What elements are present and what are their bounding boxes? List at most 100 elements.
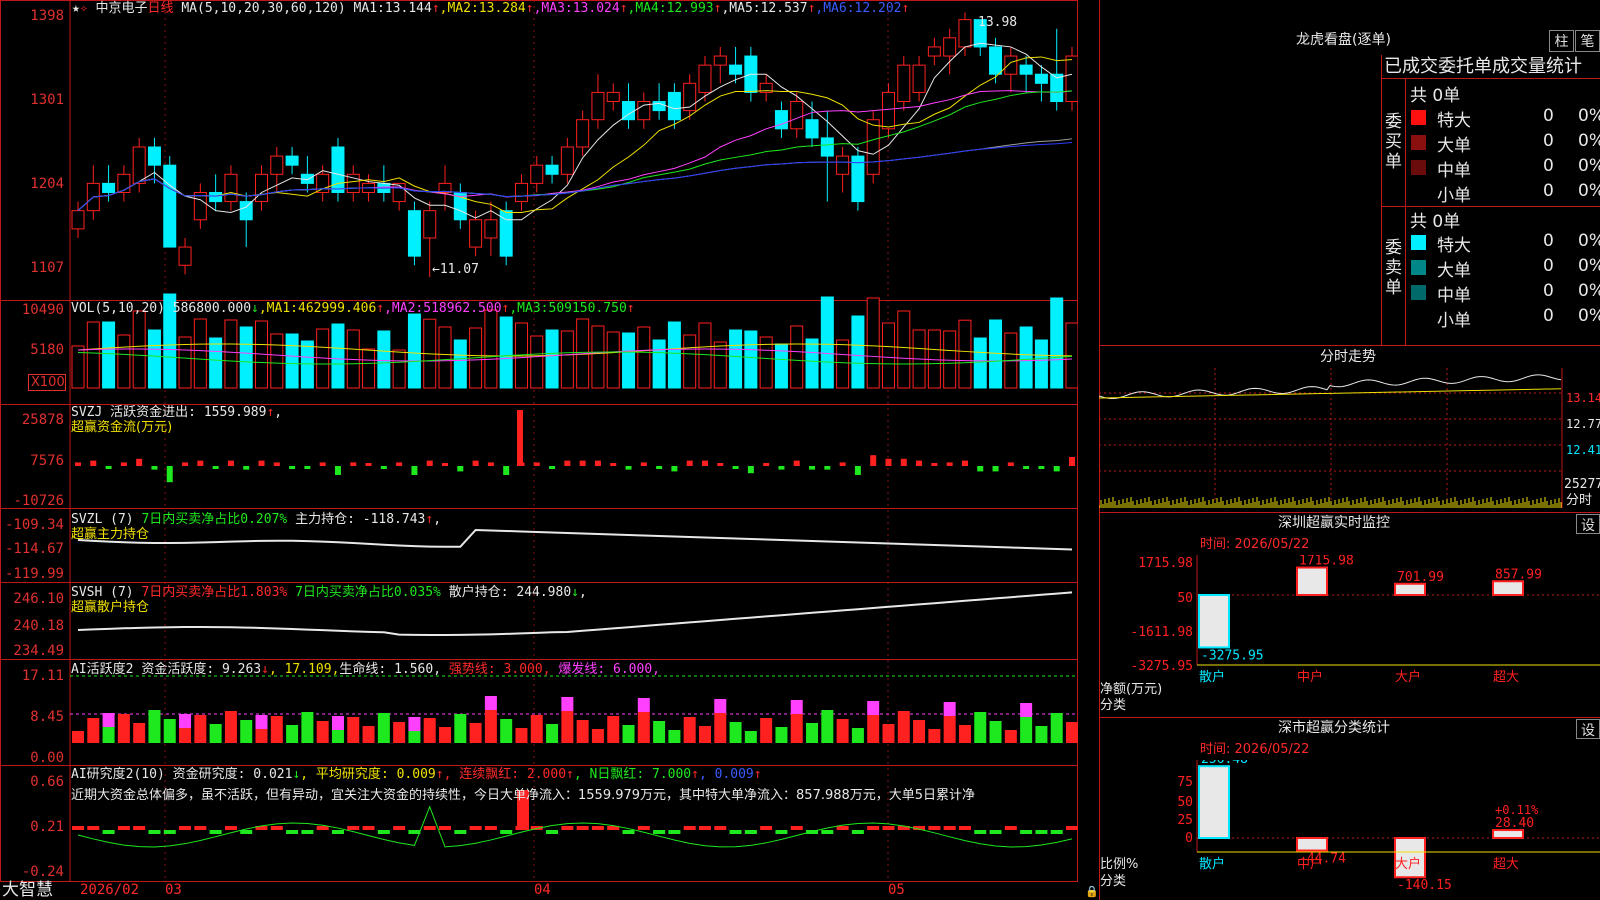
activity-bar: [637, 712, 650, 743]
candle-up: [836, 155, 850, 175]
lock-icon[interactable]: 🔒: [1085, 884, 1099, 899]
vol-header: VOL(5,10,20) 586800.000↓,MA1:462999.406↑…: [71, 301, 635, 316]
svzl-header: SVZL (7) 7日内买卖净占比0.207% 主力持仓: -118.743↑,: [71, 512, 442, 527]
fund-flow-bar: [579, 460, 586, 466]
fund-flow-bar: [1069, 457, 1075, 466]
app-logo[interactable]: 大智慧: [2, 881, 53, 900]
research-bar: [72, 826, 84, 830]
activity-bar: [72, 731, 84, 743]
order-count: 0: [1543, 156, 1554, 176]
kline-header: ★✧ 中京电子日线 MA(5,10,20,30,60,120) MA1:13.1…: [72, 1, 910, 16]
candle-down: [1034, 73, 1048, 84]
category-label: 中户: [1297, 669, 1323, 685]
vol-bar-up: [438, 326, 452, 389]
fund-flow-bar: [487, 462, 494, 466]
activity-bar: [668, 730, 681, 743]
fund-flow-bar: [763, 463, 770, 466]
favorite-star-icon[interactable]: ★: [72, 1, 80, 16]
vol-bar-up: [193, 318, 207, 389]
fund-flow-bar: [916, 460, 923, 466]
activity-bar: [821, 710, 834, 743]
activity-bar: [393, 722, 406, 743]
research-bar: [270, 826, 283, 830]
fund-flow-bar: [472, 460, 479, 466]
candle-up: [392, 182, 406, 203]
vol-bar-up: [897, 310, 911, 389]
category-label: 散户: [1199, 856, 1225, 872]
svsh-ytick: 240.18: [13, 618, 64, 634]
ai2-analysis-text: 近期大资金总体偏多，虽不活跃，但有异动，宜关注大资金的持续性，今日大单净流入：1…: [71, 788, 976, 803]
classify-ytick: 75: [1177, 775, 1193, 790]
activity-bar: [698, 726, 711, 743]
svzj-title: 超赢资金流(万元): [71, 420, 173, 435]
candle-down: [774, 110, 788, 130]
fund-flow-bar: [334, 466, 341, 475]
candle-down: [285, 155, 299, 166]
vol-value: 586800.000: [172, 301, 252, 316]
category-label: 大户: [1395, 856, 1421, 872]
vol-unit-box[interactable]: X100: [28, 374, 66, 391]
order-count: 0: [1543, 231, 1554, 251]
order-pct: 0%: [1578, 106, 1600, 126]
monitor-time: 时间: 2026/05/22: [1200, 537, 1310, 552]
svzj-header: SVZJ 活跃资金进出: 1559.989↑,: [71, 405, 283, 420]
order-count: 0: [1543, 106, 1554, 126]
research-bar: [836, 826, 849, 830]
vol-bar-up: [560, 330, 574, 389]
period-label[interactable]: 日线: [148, 1, 174, 16]
svzj-ytick: -10726: [13, 493, 64, 509]
research-bar: [591, 826, 604, 830]
pen-mode-button[interactable]: 笔: [1575, 30, 1600, 52]
fund-flow-bar: [289, 466, 296, 469]
activity-bar: [255, 729, 268, 743]
candle-up: [958, 19, 972, 48]
category-label: 超大: [1493, 857, 1519, 872]
activity-bar: [576, 720, 589, 743]
vol-bar-down: [377, 330, 391, 389]
svzl-ytick: -109.34: [4, 517, 64, 533]
order-stats-tabs[interactable]: 已成交委托单成交量统计: [1384, 57, 1582, 77]
research-bar: [958, 826, 971, 830]
fund-flow-bar: [1038, 466, 1045, 469]
research-bar: [637, 826, 650, 830]
intraday-chart[interactable]: [1099, 368, 1600, 508]
activity-bar: [500, 719, 513, 743]
stock-name[interactable]: 中京电子: [95, 1, 147, 16]
activity-bar-top: [408, 717, 421, 731]
xaxis-label: 05: [888, 882, 905, 898]
activity-bar: [775, 727, 788, 743]
research-bar: [423, 826, 436, 830]
candle-up: [514, 182, 528, 203]
activity-bar-top: [255, 715, 268, 729]
monitor-settings-button[interactable]: 设: [1576, 514, 1600, 534]
category-bar: [1296, 566, 1328, 597]
research-bar: [469, 826, 482, 830]
monitor-ytick: -3275.95: [1130, 659, 1193, 674]
dragon-tiger-title: 龙虎看盘(逐单): [1296, 32, 1391, 48]
fund-flow-bar: [854, 466, 861, 475]
fund-flow-bar: [533, 462, 540, 466]
research-bar: [316, 826, 329, 830]
fund-flow-bar: [258, 460, 265, 466]
vol-bar-up: [637, 326, 651, 389]
candle-down: [729, 64, 743, 75]
classify-xlabel: 分类: [1100, 874, 1127, 889]
category-label: 中户: [1297, 856, 1323, 872]
main-chart-area[interactable]: [0, 0, 1078, 882]
activity-bar: [958, 725, 971, 743]
classify-settings-button[interactable]: 设: [1576, 719, 1600, 739]
candle-up: [881, 91, 895, 130]
candle-down: [102, 182, 116, 193]
activity-bar-top: [331, 716, 344, 730]
activity-bar: [653, 721, 666, 743]
xaxis-label: 2026/02: [80, 882, 140, 898]
activity-bar: [148, 710, 161, 743]
vol-bar-up: [362, 348, 376, 389]
classify-time: 时间: 2026/05/22: [1200, 742, 1310, 757]
svsh-header: SVSH (7) 7日内买卖净占比1.803% 7日内买卖净占比0.035% 散…: [71, 585, 587, 600]
buy-side-label: 委买单: [1385, 112, 1402, 172]
monitor-title: 深圳超赢实时监控: [1278, 515, 1390, 531]
fund-flow-bar: [243, 466, 250, 470]
bar-mode-button[interactable]: 柱: [1549, 30, 1574, 52]
activity-bar: [683, 717, 696, 743]
